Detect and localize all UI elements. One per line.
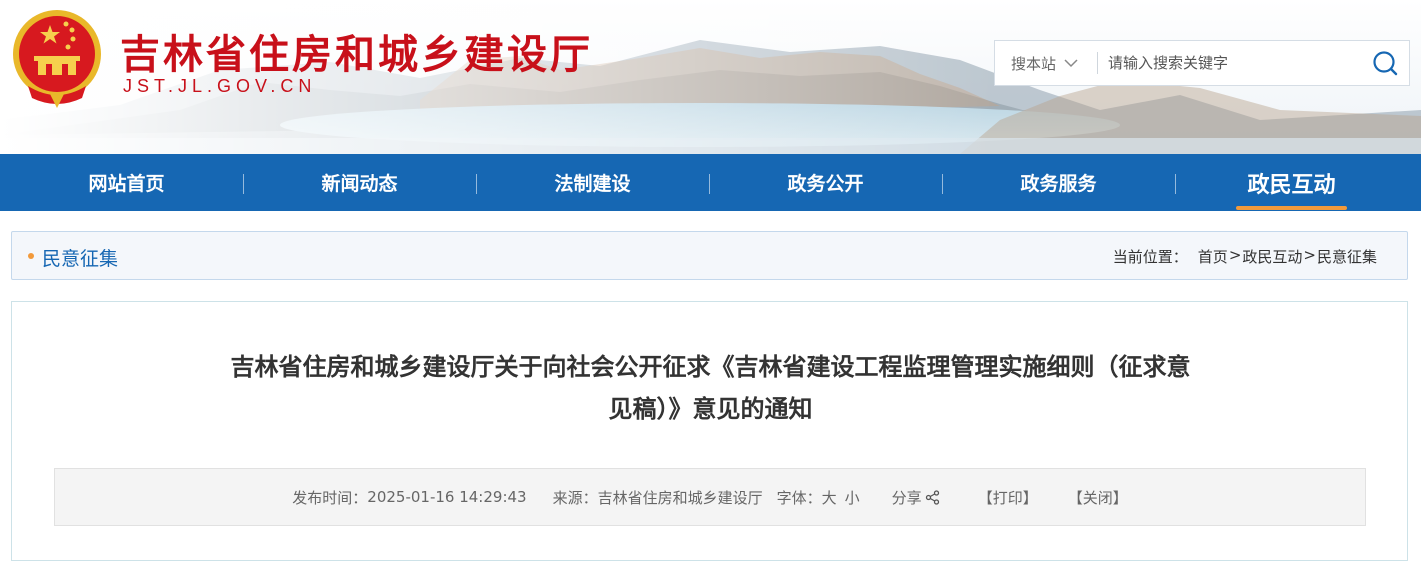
font-size-label: 字体： bbox=[776, 488, 822, 507]
breadcrumb-bar: 民意征集 当前位置： 首页 > 政民互动 > 民意征集 bbox=[11, 231, 1408, 280]
nav-item-legal[interactable]: 法制建设 bbox=[476, 154, 709, 211]
search-scope-label: 搜本站 bbox=[1011, 54, 1057, 73]
font-small-button[interactable]: 小 bbox=[845, 487, 860, 508]
font-large-button[interactable]: 大 bbox=[822, 487, 837, 508]
publish-time: 2025-01-16 14:29:43 bbox=[367, 488, 527, 506]
nav-separator bbox=[942, 174, 943, 194]
source-value: 吉林省住房和城乡建设厅 bbox=[597, 488, 763, 507]
share-button[interactable]: 分享 bbox=[892, 487, 940, 508]
section-title: 民意征集 bbox=[42, 248, 119, 270]
breadcrumb-separator: > bbox=[1303, 246, 1316, 264]
site-header: 吉林省住房和城乡建设厅 JST.JL.GOV.CN 搜本站 bbox=[0, 0, 1421, 154]
search-icon bbox=[1373, 51, 1398, 76]
article-title-line2: 见稿）》意见的通知 bbox=[608, 395, 813, 423]
search-box: 搜本站 bbox=[994, 40, 1410, 86]
search-input[interactable] bbox=[1098, 42, 1361, 84]
article-title-line1: 吉林省住房和城乡建设厅关于向社会公开征求《吉林省建设工程监理管理实施细则（征求意 bbox=[230, 353, 1191, 381]
source-label: 来源： bbox=[552, 488, 598, 507]
nav-item-news[interactable]: 新闻动态 bbox=[243, 154, 476, 211]
nav-separator bbox=[476, 174, 477, 194]
print-button[interactable]: 【打印】 bbox=[978, 487, 1038, 508]
bullet-icon bbox=[28, 253, 34, 259]
breadcrumb-current-link[interactable]: 民意征集 bbox=[1317, 246, 1377, 267]
nav-separator bbox=[243, 174, 244, 194]
breadcrumb-home-link[interactable]: 首页 bbox=[1198, 246, 1228, 267]
main-nav: 网站首页 新闻动态 法制建设 政务公开 政务服务 政民互动 bbox=[0, 154, 1421, 211]
national-emblem-icon bbox=[13, 10, 101, 108]
nav-separator bbox=[709, 174, 710, 194]
search-scope-dropdown[interactable]: 搜本站 bbox=[995, 53, 1097, 74]
search-button[interactable] bbox=[1361, 41, 1409, 85]
nav-item-home[interactable]: 网站首页 bbox=[10, 154, 243, 211]
nav-item-gov-services[interactable]: 政务服务 bbox=[942, 154, 1175, 211]
site-domain: JST.JL.GOV.CN bbox=[123, 76, 317, 96]
article-title: 吉林省住房和城乡建设厅关于向社会公开征求《吉林省建设工程监理管理实施细则（征求意… bbox=[162, 346, 1259, 430]
breadcrumb: 当前位置： 首页 > 政民互动 > 民意征集 bbox=[1113, 246, 1377, 267]
nav-item-gov-affairs[interactable]: 政务公开 bbox=[709, 154, 942, 211]
breadcrumb-prefix: 当前位置： bbox=[1112, 248, 1188, 266]
site-title: 吉林省住房和城乡建设厅 bbox=[120, 32, 593, 78]
nav-item-interaction[interactable]: 政民互动 bbox=[1175, 154, 1408, 211]
breadcrumb-interaction-link[interactable]: 政民互动 bbox=[1242, 246, 1302, 267]
share-label: 分享 bbox=[891, 488, 922, 507]
publish-time-label: 发布时间： bbox=[292, 488, 368, 507]
close-button[interactable]: 【关闭】 bbox=[1068, 487, 1128, 508]
article-panel: 吉林省住房和城乡建设厅关于向社会公开征求《吉林省建设工程监理管理实施细则（征求意… bbox=[11, 301, 1408, 561]
share-icon bbox=[925, 489, 939, 505]
nav-separator bbox=[1175, 174, 1176, 194]
article-meta-bar: 发布时间： 2025-01-16 14:29:43 来源： 吉林省住房和城乡建设… bbox=[54, 468, 1366, 526]
chevron-down-icon bbox=[1064, 58, 1078, 67]
breadcrumb-separator: > bbox=[1228, 246, 1242, 264]
